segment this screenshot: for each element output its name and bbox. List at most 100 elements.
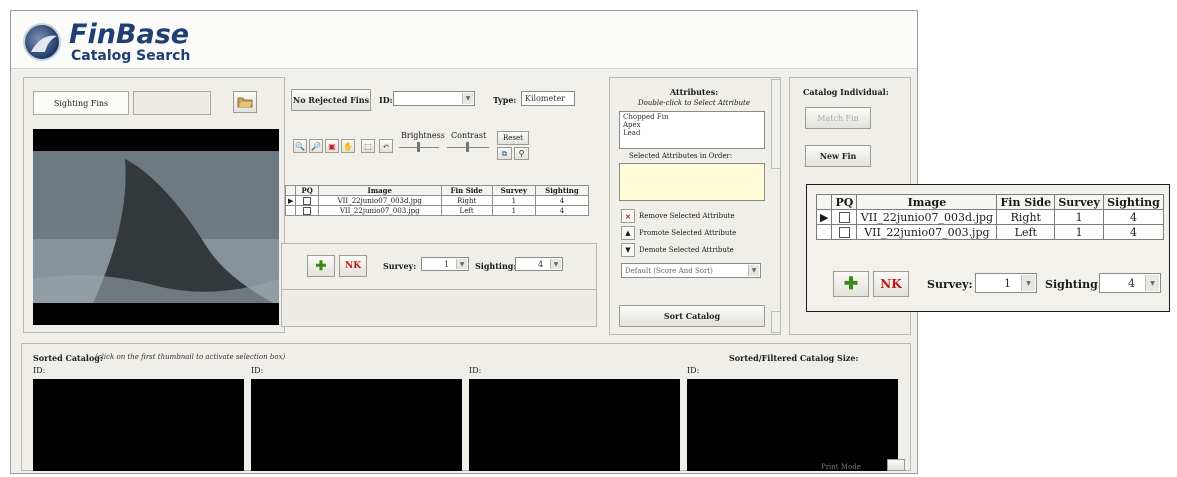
sort-mode-select[interactable]: Default (Score And Sort) ▼	[621, 263, 761, 278]
app-header: FinBase Catalog Search	[11, 11, 917, 69]
table-row[interactable]: ▶ VII_22junio07_003d.jpg Right 1 4	[284, 195, 590, 206]
dolphin-logo-icon	[23, 23, 61, 61]
attributes-scrollbar[interactable]	[771, 79, 781, 169]
image-cell: VII_22junio07_003.jpg	[317, 205, 442, 216]
id-label: ID:	[379, 95, 393, 105]
remove-attribute-label: Remove Selected Attribute	[639, 212, 735, 220]
attribute-list[interactable]: Chopped Fin Apex Lead	[619, 111, 765, 149]
open-folder-button[interactable]	[233, 91, 257, 113]
fin-side-cell[interactable]: Right	[996, 209, 1056, 225]
undo-button[interactable]: ↶	[379, 139, 393, 153]
pq-checkbox[interactable]	[303, 206, 312, 215]
sighting-select[interactable]: 4 ▼	[515, 257, 563, 271]
remove-attribute-button[interactable]: ✕	[621, 209, 635, 223]
arrow-down-icon: ▼	[625, 246, 631, 254]
zoom-out-button[interactable]: 🔎	[309, 139, 323, 153]
fin-image	[33, 129, 279, 325]
binoculars-icon: ⚲	[518, 149, 525, 158]
fin-side-cell[interactable]: Left	[996, 224, 1056, 240]
catalog-thumbnail[interactable]	[251, 379, 462, 471]
catalog-thumbnail[interactable]	[469, 379, 680, 471]
zoom-in-button[interactable]: 🔍	[293, 139, 307, 153]
attribute-item[interactable]: Apex	[623, 121, 764, 129]
survey-value: 1	[1004, 276, 1011, 290]
survey-label: Survey:	[927, 278, 973, 291]
attribute-item[interactable]: Chopped Fin	[623, 113, 764, 121]
table-row[interactable]: ▶ VII_22junio07_003d.jpg Right 1 4	[815, 209, 1165, 225]
status-button[interactable]	[887, 459, 905, 471]
zoomed-fin-table-callout: PQ Image Fin Side Survey Sighting ▶ VII_…	[806, 184, 1170, 312]
close-icon: ✕	[625, 211, 631, 221]
copy-button[interactable]: ⧉	[497, 147, 512, 160]
add-fin-button[interactable]: ✚	[833, 271, 869, 297]
sorted-catalog-hint: (click on the first thumbnail to activat…	[95, 353, 286, 361]
zoom-out-icon: 🔎	[311, 141, 321, 151]
crop-button[interactable]: ⬚	[361, 139, 375, 153]
sighting-value: 4	[537, 259, 544, 269]
catalog-thumbnail[interactable]	[33, 379, 244, 471]
promote-attribute-button[interactable]: ▲	[621, 226, 635, 240]
add-fin-button[interactable]: ✚	[307, 255, 335, 277]
preview-area	[281, 289, 597, 327]
pq-checkbox[interactable]	[838, 212, 850, 223]
fin-table: PQ Image Fin Side Survey Sighting ▶ VII_…	[284, 185, 590, 216]
reject-fin-button[interactable]: NK	[873, 271, 909, 297]
new-fin-button[interactable]: New Fin	[805, 145, 871, 167]
find-button[interactable]: ⚲	[514, 147, 529, 160]
pq-checkbox[interactable]	[838, 227, 850, 238]
survey-select[interactable]: 1 ▼	[421, 257, 469, 271]
copy-icon: ⧉	[501, 148, 508, 158]
sighting-tab-blank[interactable]	[133, 91, 211, 115]
sort-catalog-button[interactable]: Sort Catalog	[619, 305, 765, 327]
id-select[interactable]: ▼	[393, 91, 475, 106]
zoomed-fin-table: PQ Image Fin Side Survey Sighting ▶ VII_…	[815, 194, 1165, 240]
sort-mode-value: Default (Score And Sort)	[625, 266, 713, 275]
attributes-scrollbar-bottom[interactable]	[771, 311, 781, 333]
catalog-thumbnail[interactable]	[687, 379, 898, 471]
row-header-col	[284, 185, 297, 196]
fin-side-cell[interactable]: Right	[440, 195, 493, 206]
image-cell: VII_22junio07_003.jpg	[856, 224, 998, 240]
add-fin-icon: ✚	[315, 258, 327, 274]
crop-icon: ⬚	[364, 141, 372, 151]
thumbnail-id-label: ID:	[251, 366, 264, 375]
undo-icon: ↶	[382, 141, 390, 151]
reject-fin-button[interactable]: NK	[339, 255, 367, 277]
table-row[interactable]: VII_22junio07_003.jpg Left 1 4	[815, 224, 1165, 240]
match-fin-button[interactable]: Match Fin	[805, 107, 871, 129]
pq-checkbox[interactable]	[303, 196, 312, 205]
contrast-label: Contrast	[451, 131, 487, 140]
sighting-label: Sighting:	[1045, 278, 1102, 291]
brightness-thumb[interactable]	[417, 142, 420, 152]
contrast-thumb[interactable]	[466, 142, 469, 152]
zoom-fit-button[interactable]: ▣	[325, 139, 339, 153]
sighting-cell: 4	[1102, 224, 1165, 240]
attribute-item[interactable]: Lead	[623, 129, 764, 137]
catalog-size-label: Sorted/Filtered Catalog Size:	[729, 353, 859, 363]
table-row[interactable]: VII_22junio07_003.jpg Left 1 4	[284, 205, 590, 216]
row-selector-icon: ▶	[815, 209, 833, 225]
pan-button[interactable]: ✋	[341, 139, 355, 153]
sighting-fins-tab[interactable]: Sighting Fins	[33, 91, 129, 115]
thumbnail-id-label: ID:	[469, 366, 482, 375]
no-rejected-fins-button[interactable]: No Rejected Fins	[291, 89, 371, 111]
reject-fin-icon: NK	[880, 277, 902, 291]
demote-attribute-button[interactable]: ▼	[621, 243, 635, 257]
add-fin-icon: ✚	[843, 274, 859, 294]
survey-cell: 1	[1054, 224, 1104, 240]
survey-cell: 1	[491, 195, 536, 206]
sighting-select[interactable]: 4 ▼	[1099, 273, 1161, 293]
reject-fin-icon: NK	[344, 261, 362, 271]
zoomed-table-header: PQ Image Fin Side Survey Sighting	[815, 194, 1165, 210]
sighting-cell: 4	[534, 195, 590, 206]
col-survey: Survey	[491, 185, 536, 196]
chevron-down-icon: ▼	[462, 93, 473, 104]
brightness-label: Brightness	[401, 131, 445, 140]
reset-button[interactable]: Reset	[497, 131, 529, 145]
chevron-down-icon: ▼	[550, 259, 561, 269]
type-field[interactable]: Kilometer	[521, 91, 575, 106]
fin-side-cell[interactable]: Left	[440, 205, 493, 216]
thumbnail-id-label: ID:	[33, 366, 46, 375]
selected-attributes-list[interactable]	[619, 163, 765, 201]
survey-select[interactable]: 1 ▼	[975, 273, 1037, 293]
